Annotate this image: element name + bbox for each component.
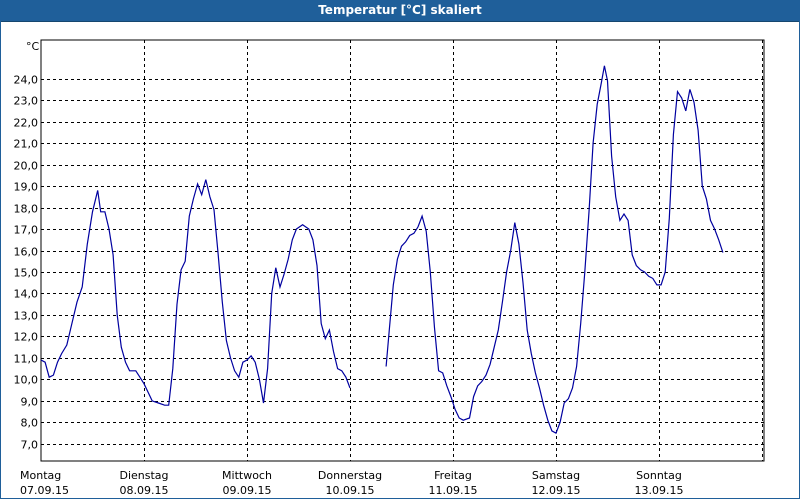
x-tick-date-label: 08.09.15 — [120, 484, 169, 497]
y-tick-label: 15,0 — [14, 267, 39, 280]
temperature-chart: 7,0 8,0 9,0 10,0 11,0 12,0 13,0 14,0 15,0 16,0 17,… — [14, 39, 765, 497]
y-axis-ticks: 7,0 8,0 9,0 10,0 11,0 12,0 13,0 14,0 15,0 16,0 17,… — [14, 74, 39, 452]
y-tick-label: 19,0 — [14, 181, 39, 194]
y-tick-label: 13,0 — [14, 310, 39, 323]
x-tick-day-label: Samstag — [532, 469, 580, 482]
x-tick-day-label: Freitag — [434, 469, 472, 482]
y-tick-label: 16,0 — [14, 246, 39, 259]
y-tick-label: 23,0 — [14, 95, 39, 108]
y-tick-label: 24,0 — [14, 74, 39, 87]
x-tick-date-label: 07.09.15 — [20, 484, 69, 497]
y-tick-label: 14,0 — [14, 288, 39, 301]
x-tick-date-label: 09.09.15 — [223, 484, 272, 497]
x-tick-date-label: 13.09.15 — [635, 484, 684, 497]
y-tick-label: 10,0 — [14, 374, 39, 387]
chart-series — [40, 65, 724, 434]
y-tick-label: 12,0 — [14, 331, 39, 344]
temperature-line — [385, 65, 724, 434]
y-axis-unit: °C — [26, 40, 40, 53]
y-tick-label: 17,0 — [14, 224, 39, 237]
x-tick-day-label: Dienstag — [119, 469, 168, 482]
x-tick-day-label: Donnerstag — [318, 469, 382, 482]
x-tick-date-label: 12.09.15 — [532, 484, 581, 497]
y-tick-label: 9,0 — [21, 396, 39, 409]
x-axis-ticks: Montag 07.09.15 Dienstag 08.09.15 Mittwoch 09… — [20, 469, 683, 497]
y-tick-label: 7,0 — [21, 439, 39, 452]
x-tick-day-label: Montag — [20, 469, 61, 482]
y-tick-label: 20,0 — [14, 160, 39, 173]
x-tick-date-label: 10.09.15 — [326, 484, 375, 497]
x-tick-date-label: 11.09.15 — [429, 484, 478, 497]
x-tick-day-label: Sonntag — [636, 469, 682, 482]
chart-grid — [41, 40, 764, 461]
y-tick-label: 8,0 — [21, 417, 39, 430]
y-tick-label: 11,0 — [14, 353, 39, 366]
plot-area-border — [40, 39, 765, 462]
y-tick-label: 18,0 — [14, 203, 39, 216]
y-tick-label: 21,0 — [14, 138, 39, 151]
temperature-line — [40, 179, 351, 406]
y-tick-label: 22,0 — [14, 117, 39, 130]
x-tick-day-label: Mittwoch — [222, 469, 272, 482]
